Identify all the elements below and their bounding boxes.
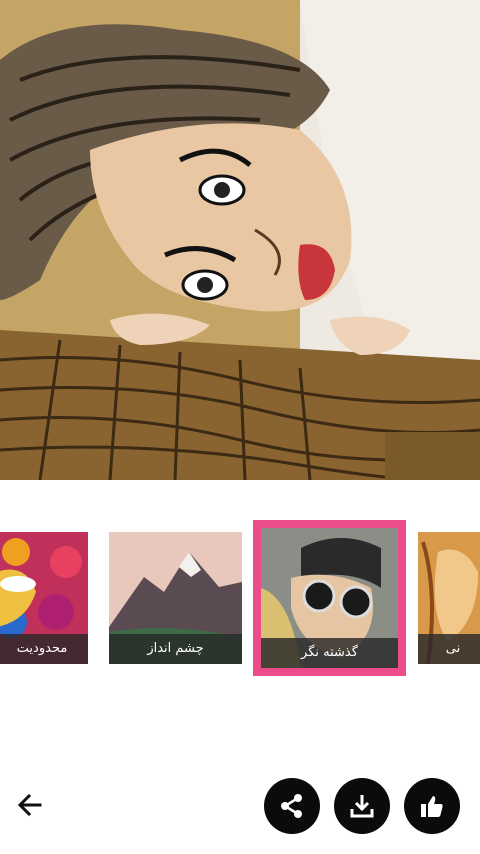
filter-label: نی xyxy=(418,634,480,664)
portrait-artwork xyxy=(0,0,480,480)
artwork-preview xyxy=(0,0,480,480)
like-button[interactable] xyxy=(404,778,460,834)
thumbs-up-icon xyxy=(421,796,443,817)
arrow-left-icon xyxy=(17,793,42,817)
filter-strip[interactable]: محدودیت چشم انداز گذشته نگر نی xyxy=(0,520,480,678)
filter-card-limit[interactable]: محدودیت xyxy=(0,532,88,664)
download-button[interactable] xyxy=(334,778,390,834)
filter-card-retro[interactable]: گذشته نگر xyxy=(253,520,406,676)
back-button[interactable] xyxy=(8,780,52,830)
filter-label: محدودیت xyxy=(0,634,88,664)
download-icon xyxy=(350,795,374,818)
filter-label: گذشته نگر xyxy=(261,638,398,668)
filter-label: چشم انداز xyxy=(109,634,242,664)
filter-card-landscape[interactable]: چشم انداز xyxy=(109,532,242,664)
share-icon xyxy=(281,794,302,818)
filter-card-reed[interactable]: نی xyxy=(418,532,480,664)
share-button[interactable] xyxy=(264,778,320,834)
